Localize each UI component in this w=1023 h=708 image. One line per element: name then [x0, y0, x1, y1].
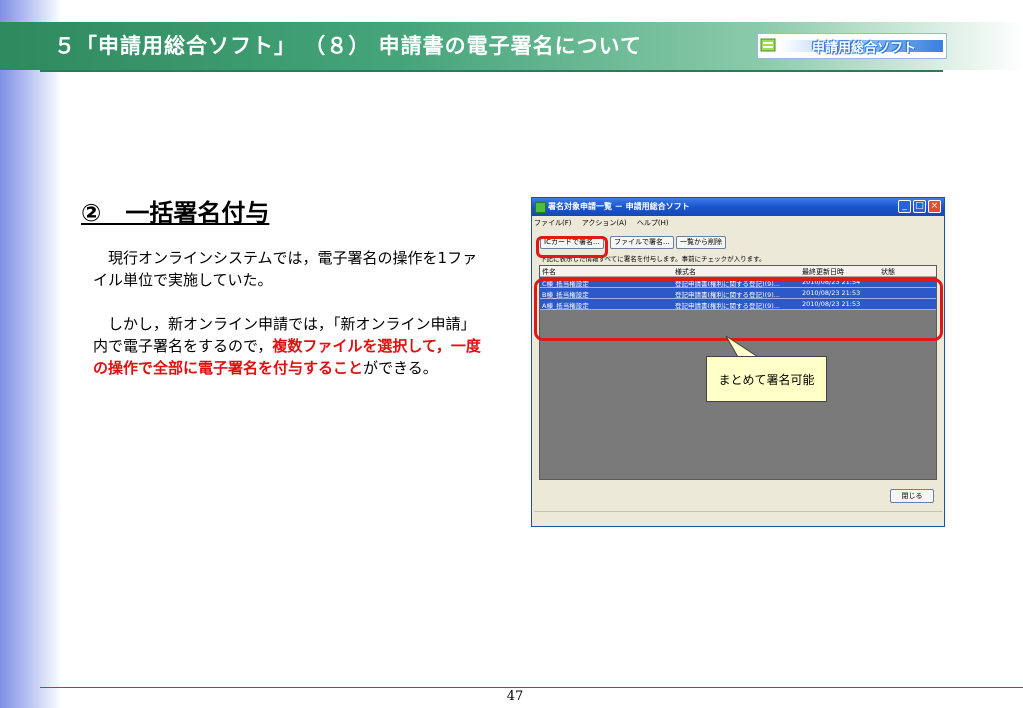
menu-action[interactable]: アクション(A): [582, 219, 627, 227]
paragraph-current-system: 現行オンラインシステムでは，電子署名の操作を1ファイル単位で実施していた。: [93, 249, 478, 289]
column-form[interactable]: 様式名: [675, 267, 795, 277]
footer-divider: [40, 687, 1023, 688]
column-status[interactable]: 状態: [881, 267, 931, 277]
callout-box: まとめて署名可能: [706, 356, 827, 402]
para2-text-b: ができる。: [363, 359, 438, 377]
app-icon: [535, 202, 546, 213]
column-updated[interactable]: 最終更新日時: [802, 267, 877, 277]
logo-icon: [760, 38, 776, 52]
remove-from-list-button[interactable]: 一覧から削除: [676, 236, 726, 249]
logo-text: 申請用総合ソフト: [812, 41, 917, 56]
close-icon[interactable]: ×: [928, 200, 941, 213]
software-logo: 申請用総合ソフト: [757, 33, 947, 59]
section-title: ② 一括署名付与: [81, 199, 270, 227]
maximize-icon[interactable]: □: [913, 200, 926, 213]
table-header: 件名 様式名 最終更新日時 状態: [540, 266, 936, 277]
page-number: 47: [506, 689, 524, 704]
minimize-icon[interactable]: _: [898, 200, 911, 213]
close-button[interactable]: 閉じる: [890, 489, 934, 503]
paragraph-new-system: しかし，新オンライン申請では，「新オンライン申請」内で電子署名をするので，複数フ…: [93, 313, 483, 379]
menu-bar: ファイル(F) アクション(A) ヘルプ(H): [534, 218, 677, 228]
menu-help[interactable]: ヘルプ(H): [637, 219, 669, 227]
rows-highlight: [534, 278, 943, 341]
window-title: 署名対象申請一覧 － 申請用総合ソフト: [548, 202, 690, 211]
menu-file[interactable]: ファイル(F): [534, 219, 572, 227]
left-gradient-bar: [0, 0, 62, 708]
window-titlebar: 署名対象申請一覧 － 申請用総合ソフト _ □ ×: [532, 198, 944, 216]
header-divider: [40, 70, 943, 72]
file-sign-button[interactable]: ファイルで署名...: [610, 236, 674, 249]
ic-card-button-highlight: [536, 236, 608, 258]
column-subject[interactable]: 件名: [542, 267, 672, 277]
slide-title: ５「申請用総合ソフト」 （８） 申請書の電子署名について: [54, 34, 642, 58]
callout-text: まとめて署名可能: [718, 373, 815, 387]
status-bar: [534, 511, 942, 524]
